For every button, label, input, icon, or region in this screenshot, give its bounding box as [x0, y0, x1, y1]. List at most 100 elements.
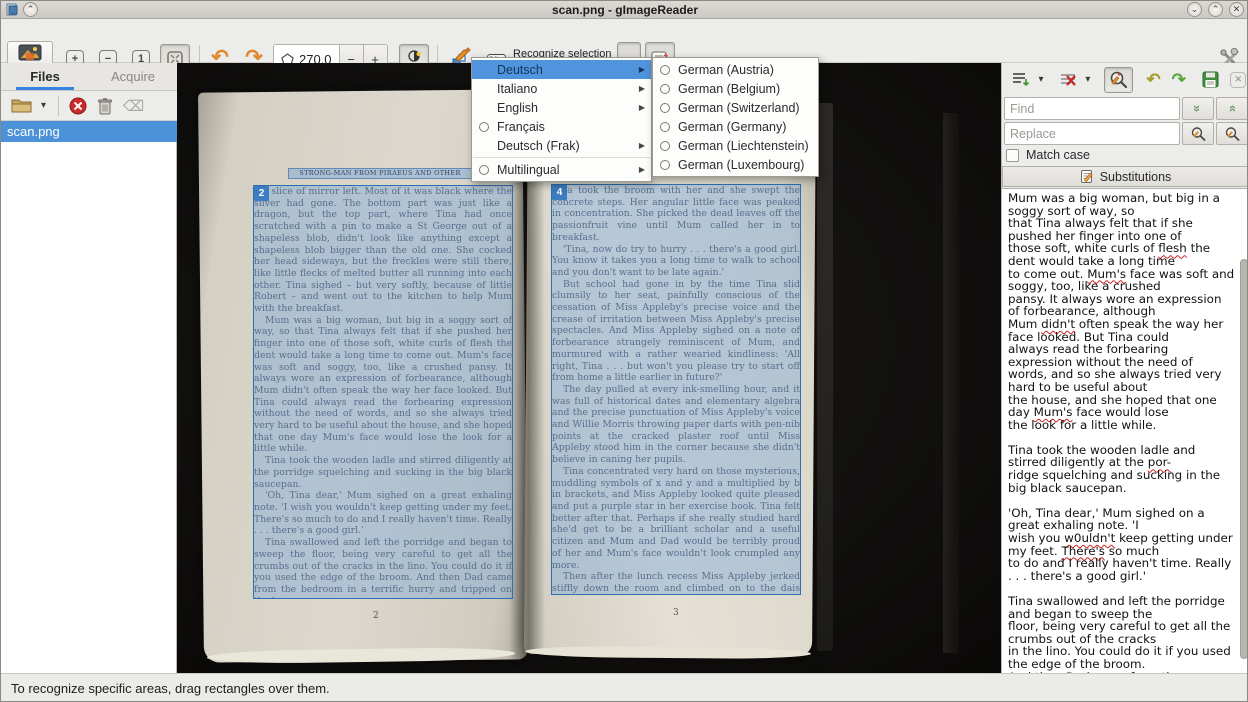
- minimize-button[interactable]: ⌄: [1187, 2, 1202, 17]
- output-panel: ▾ ▾ ↶ ↷ ✕ » »: [1001, 63, 1248, 673]
- replace-input[interactable]: [1004, 122, 1180, 145]
- find-next-icon: »: [1190, 105, 1205, 112]
- insert-mode-icon: [1011, 71, 1031, 89]
- selection-region-2[interactable]: [253, 185, 513, 599]
- replace-row: [1004, 122, 1248, 145]
- menu-item-label: English: [494, 101, 639, 115]
- undo-button[interactable]: ↶: [1141, 67, 1166, 93]
- redo-icon: ↷: [1172, 70, 1186, 90]
- radio-icon: [660, 122, 675, 132]
- clear-files-button[interactable]: ⌫: [123, 97, 144, 115]
- submenu-arrow-icon: ▶: [639, 165, 645, 174]
- output-scrollbar-thumb[interactable]: [1240, 259, 1248, 659]
- tab-files[interactable]: Files: [1, 63, 89, 90]
- language-menu: Deutsch▶Italiano▶English▶FrançaisDeutsch…: [471, 57, 652, 182]
- match-case-option[interactable]: Match case: [1006, 148, 1090, 162]
- submenu-item-german-belgium[interactable]: German (Belgium): [653, 79, 818, 98]
- panel-tabs: Files Acquire: [1, 63, 177, 91]
- selection-region-4[interactable]: [551, 184, 801, 595]
- find-input[interactable]: [1004, 97, 1180, 120]
- open-image-icon: [18, 44, 42, 63]
- running-head-text: STRONG-MAN FROM PIRAEUS AND OTHER STORIE…: [299, 169, 460, 179]
- submenu-item-german-liechtenstein[interactable]: German (Liechtenstein): [653, 136, 818, 155]
- maximize-button[interactable]: ⌃: [1208, 2, 1223, 17]
- menu-item-deutsch[interactable]: Deutsch▶: [472, 60, 651, 79]
- submenu-arrow-icon: ▶: [639, 141, 645, 150]
- redo-button[interactable]: ↷: [1166, 67, 1191, 93]
- submenu-item-label: German (Germany): [675, 120, 812, 134]
- find-row: » »: [1004, 97, 1248, 120]
- selection-region-running-head[interactable]: STRONG-MAN FROM PIRAEUS AND OTHER STORIE…: [288, 168, 472, 179]
- clear-output-icon: ✕: [1230, 72, 1246, 88]
- radio-icon: [479, 165, 494, 175]
- submenu-item-german-luxembourg[interactable]: German (Luxembourg): [653, 155, 818, 174]
- title-bar[interactable]: ⌃ scan.png - gImageReader ⌄ ⌃ ✕: [1, 1, 1248, 19]
- find-prev-icon: »: [1224, 105, 1239, 112]
- menu-item-label: Italiano: [494, 82, 639, 96]
- radio-icon: [660, 160, 675, 170]
- clear-output-button[interactable]: ✕: [1227, 67, 1248, 93]
- status-bar: To recognize specific areas, drag rectan…: [1, 673, 1248, 702]
- selection-badge-4: 4: [552, 185, 567, 200]
- menu-item-deutsch-frak[interactable]: Deutsch (Frak)▶: [472, 136, 651, 155]
- tab-acquire[interactable]: Acquire: [89, 63, 177, 90]
- submenu-item-german-switzerland[interactable]: German (Switzerland): [653, 98, 818, 117]
- submenu-item-label: German (Austria): [675, 63, 812, 77]
- menu-item-label: Français: [494, 120, 645, 134]
- menu-item-english[interactable]: English▶: [472, 98, 651, 117]
- replace-button[interactable]: [1182, 122, 1214, 145]
- remove-image-button[interactable]: [69, 97, 87, 115]
- radio-icon: [660, 141, 675, 151]
- match-case-checkbox[interactable]: [1006, 149, 1019, 162]
- undo-icon: ↶: [1146, 70, 1160, 90]
- delete-image-button[interactable]: [97, 97, 113, 115]
- submenu-item-german-germany[interactable]: German (Germany): [653, 117, 818, 136]
- submenu-item-label: German (Switzerland): [675, 101, 812, 115]
- book-fore-edge: [817, 103, 833, 651]
- substitutions-button[interactable]: Substitutions: [1002, 166, 1248, 187]
- strip-crlf-dropdown[interactable]: ▾: [1082, 67, 1094, 93]
- files-panel: Files Acquire ▾ ⌫ scan.png: [1, 63, 177, 673]
- menu-item-italiano[interactable]: Italiano▶: [472, 79, 651, 98]
- radio-icon: [660, 65, 675, 75]
- replace-icon: [1190, 126, 1207, 142]
- substitutions-label: Substitutions: [1100, 170, 1172, 184]
- submenu-item-label: German (Belgium): [675, 82, 812, 96]
- substitutions-icon: [1080, 169, 1095, 184]
- book-cover-edge: [943, 113, 959, 653]
- submenu-item-label: German (Luxembourg): [675, 158, 812, 172]
- shade-window-button[interactable]: ⌃: [23, 2, 38, 17]
- remove-icon: [69, 97, 87, 115]
- strip-icon: [1058, 71, 1078, 89]
- add-images-dropdown[interactable]: ▾: [41, 100, 46, 111]
- insert-mode-button[interactable]: [1006, 67, 1035, 93]
- radio-icon: [660, 103, 675, 113]
- close-button[interactable]: ✕: [1229, 2, 1244, 17]
- app-icon: [6, 3, 19, 16]
- find-next-button[interactable]: »: [1182, 97, 1214, 120]
- gimagereader-window: ⌃ scan.png - gImageReader ⌄ ⌃ ✕ ▾ + − 1 …: [0, 0, 1248, 702]
- insert-mode-dropdown[interactable]: ▾: [1035, 67, 1047, 93]
- menu-item-multilingual[interactable]: Multilingual▶: [472, 160, 651, 179]
- add-images-button[interactable]: [11, 97, 33, 114]
- menu-item-label: Deutsch (Frak): [494, 139, 639, 153]
- strip-crlf-button[interactable]: [1055, 67, 1082, 93]
- folder-icon: [11, 97, 33, 114]
- save-icon: [1201, 70, 1220, 89]
- submenu-item-german-austria[interactable]: German (Austria): [653, 60, 818, 79]
- find-prev-button[interactable]: »: [1216, 97, 1248, 120]
- find-replace-icon: [1108, 70, 1129, 90]
- save-output-button[interactable]: [1197, 67, 1222, 93]
- trash-icon: [97, 97, 113, 115]
- output-text-area[interactable]: Mum was a big woman, but big in a soggy …: [1002, 188, 1248, 673]
- find-replace-toggle[interactable]: [1104, 67, 1133, 93]
- submenu-arrow-icon: ▶: [639, 84, 645, 93]
- submenu-arrow-icon: ▶: [639, 65, 645, 74]
- page-bottom-edge-right: [525, 646, 811, 659]
- replace-all-button[interactable]: [1216, 122, 1248, 145]
- replace-all-icon: [1224, 126, 1241, 142]
- files-toolbar: ▾ ⌫: [1, 91, 177, 121]
- menu-item-fran-ais[interactable]: Français: [472, 117, 651, 136]
- file-list-item[interactable]: scan.png: [1, 121, 177, 142]
- radio-icon: [660, 84, 675, 94]
